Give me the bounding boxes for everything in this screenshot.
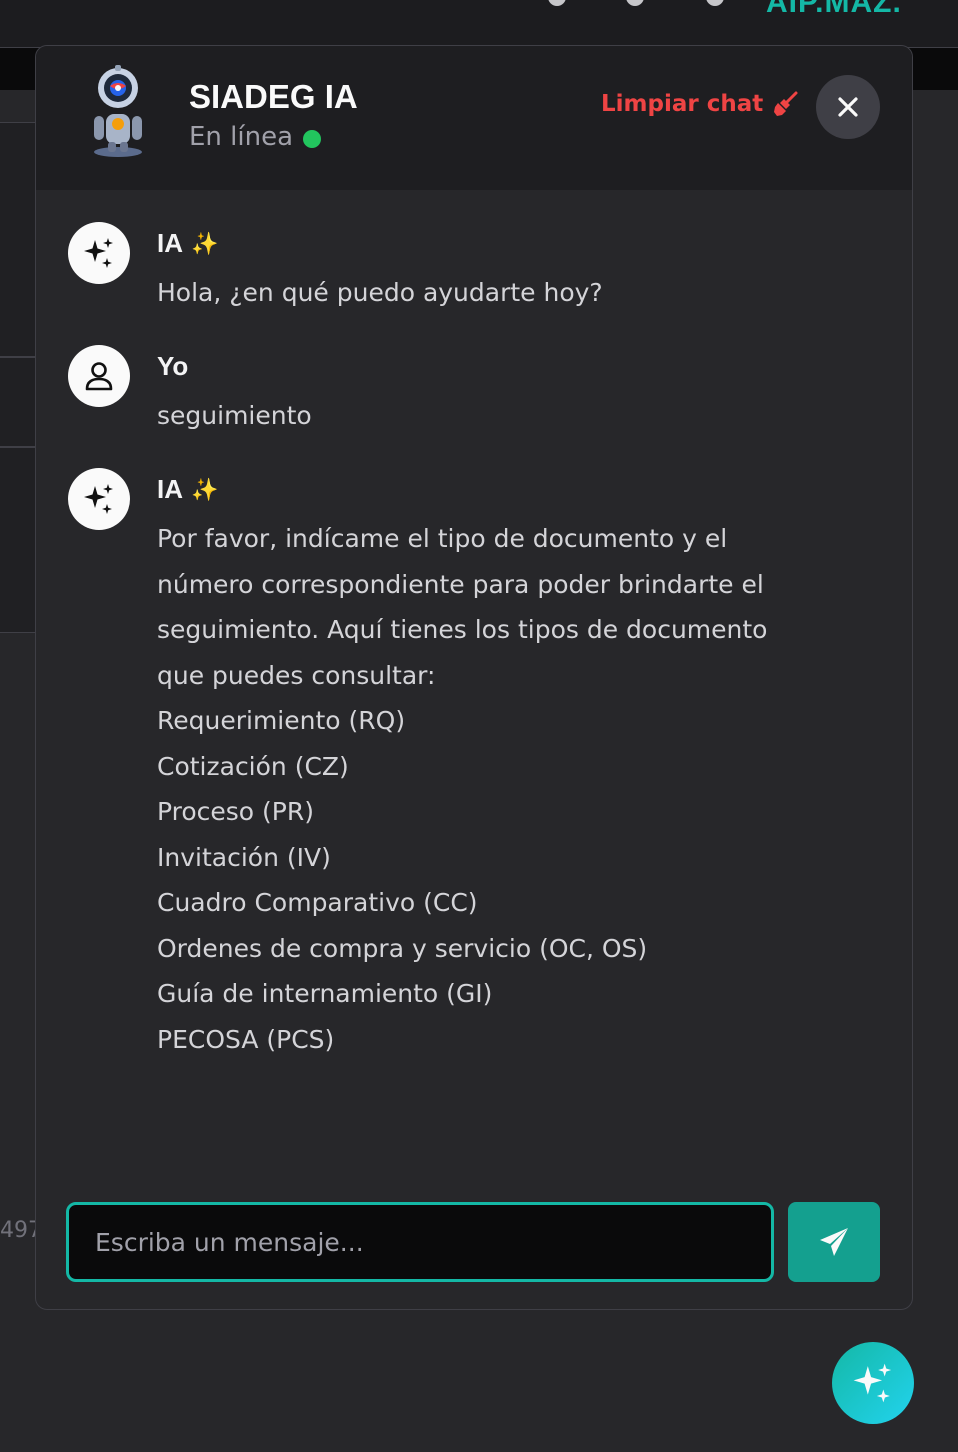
chat-title: SIADEG IA xyxy=(189,78,358,115)
message-line: seguimiento xyxy=(157,401,312,430)
moon-icon[interactable] xyxy=(626,0,644,6)
assistant-avatar xyxy=(68,468,130,530)
sparkles-icon xyxy=(84,484,113,514)
sparkles-icon xyxy=(853,1363,892,1403)
send-icon xyxy=(820,1228,848,1256)
star-icon[interactable] xyxy=(706,0,724,6)
sender-name: IA xyxy=(157,474,183,504)
user-message: Yo seguimiento xyxy=(68,345,858,445)
message-line: seguimiento. Aquí tienes los tipos de do… xyxy=(157,615,768,644)
message-line: que puedes consultar: xyxy=(157,660,436,690)
send-button[interactable] xyxy=(788,1202,880,1282)
close-icon xyxy=(838,97,858,117)
broom-icon xyxy=(774,91,798,116)
background-brand: AIP.MAZ. xyxy=(766,0,902,19)
document-type-item: Guía de internamiento (GI) xyxy=(157,979,493,1008)
clear-chat-button[interactable]: Limpiar chat xyxy=(601,90,799,118)
message-sender: IA ✨ xyxy=(157,228,218,259)
background-topbar: AIP.MAZ. xyxy=(0,0,958,48)
message-line: número correspondiente para poder brinda… xyxy=(157,569,764,599)
document-type-item: Proceso (PR) xyxy=(157,797,315,826)
message-text: seguimiento xyxy=(157,393,857,439)
chat-header: SIADEG IA En línea Limpiar chat xyxy=(36,46,912,190)
background-panel xyxy=(0,122,40,357)
message-line: Por favor, indícame el tipo de documento… xyxy=(157,524,728,553)
bell-icon[interactable] xyxy=(548,0,566,6)
message-sender: Yo xyxy=(157,351,188,382)
document-type-item: Ordenes de compra y servicio (OC, OS) xyxy=(157,933,648,963)
message-sender: IA ✨ xyxy=(157,474,218,505)
sender-name: IA xyxy=(157,228,183,258)
document-type-item: Invitación (IV) xyxy=(157,842,331,872)
document-type-item: Cuadro Comparativo (CC) xyxy=(157,888,478,917)
document-type-item: Requerimiento (RQ) xyxy=(157,706,406,735)
document-type-item: Cotización (CZ) xyxy=(157,751,349,781)
background-panel xyxy=(0,357,40,447)
user-icon xyxy=(85,362,113,391)
robot-avatar-icon xyxy=(94,65,142,157)
online-dot-icon xyxy=(303,130,322,148)
clear-chat-label: Limpiar chat xyxy=(601,91,764,117)
message-text: Por favor, indícame el tipo de documento… xyxy=(157,516,857,1062)
message-text: Hola, ¿en qué puedo ayudarte hoy? xyxy=(157,270,857,316)
user-avatar xyxy=(68,345,130,407)
assistant-message: IA ✨ Hola, ¿en qué puedo ayudarte hoy? xyxy=(68,222,858,322)
ai-chat-fab[interactable] xyxy=(832,1342,914,1424)
online-status: En línea xyxy=(189,122,322,152)
assistant-avatar xyxy=(68,222,130,284)
message-input-wrapper xyxy=(66,1202,774,1282)
background-panel xyxy=(0,447,40,633)
sparkles-icon xyxy=(84,238,113,268)
close-button[interactable] xyxy=(816,75,880,139)
status-label: En línea xyxy=(189,122,294,152)
sparkles-emoji-icon: ✨ xyxy=(191,476,219,502)
message-line: Hola, ¿en qué puedo ayudarte hoy? xyxy=(157,278,603,307)
sparkles-emoji-icon: ✨ xyxy=(191,230,219,256)
message-input[interactable] xyxy=(95,1227,745,1257)
assistant-message: IA ✨ Por favor, indícame el tipo de docu… xyxy=(68,468,858,1068)
sender-name: Yo xyxy=(157,351,189,381)
chat-window: SIADEG IA En línea Limpiar chat IA ✨ Hol… xyxy=(35,45,913,1310)
document-type-item: PECOSA (PCS) xyxy=(157,1024,335,1054)
